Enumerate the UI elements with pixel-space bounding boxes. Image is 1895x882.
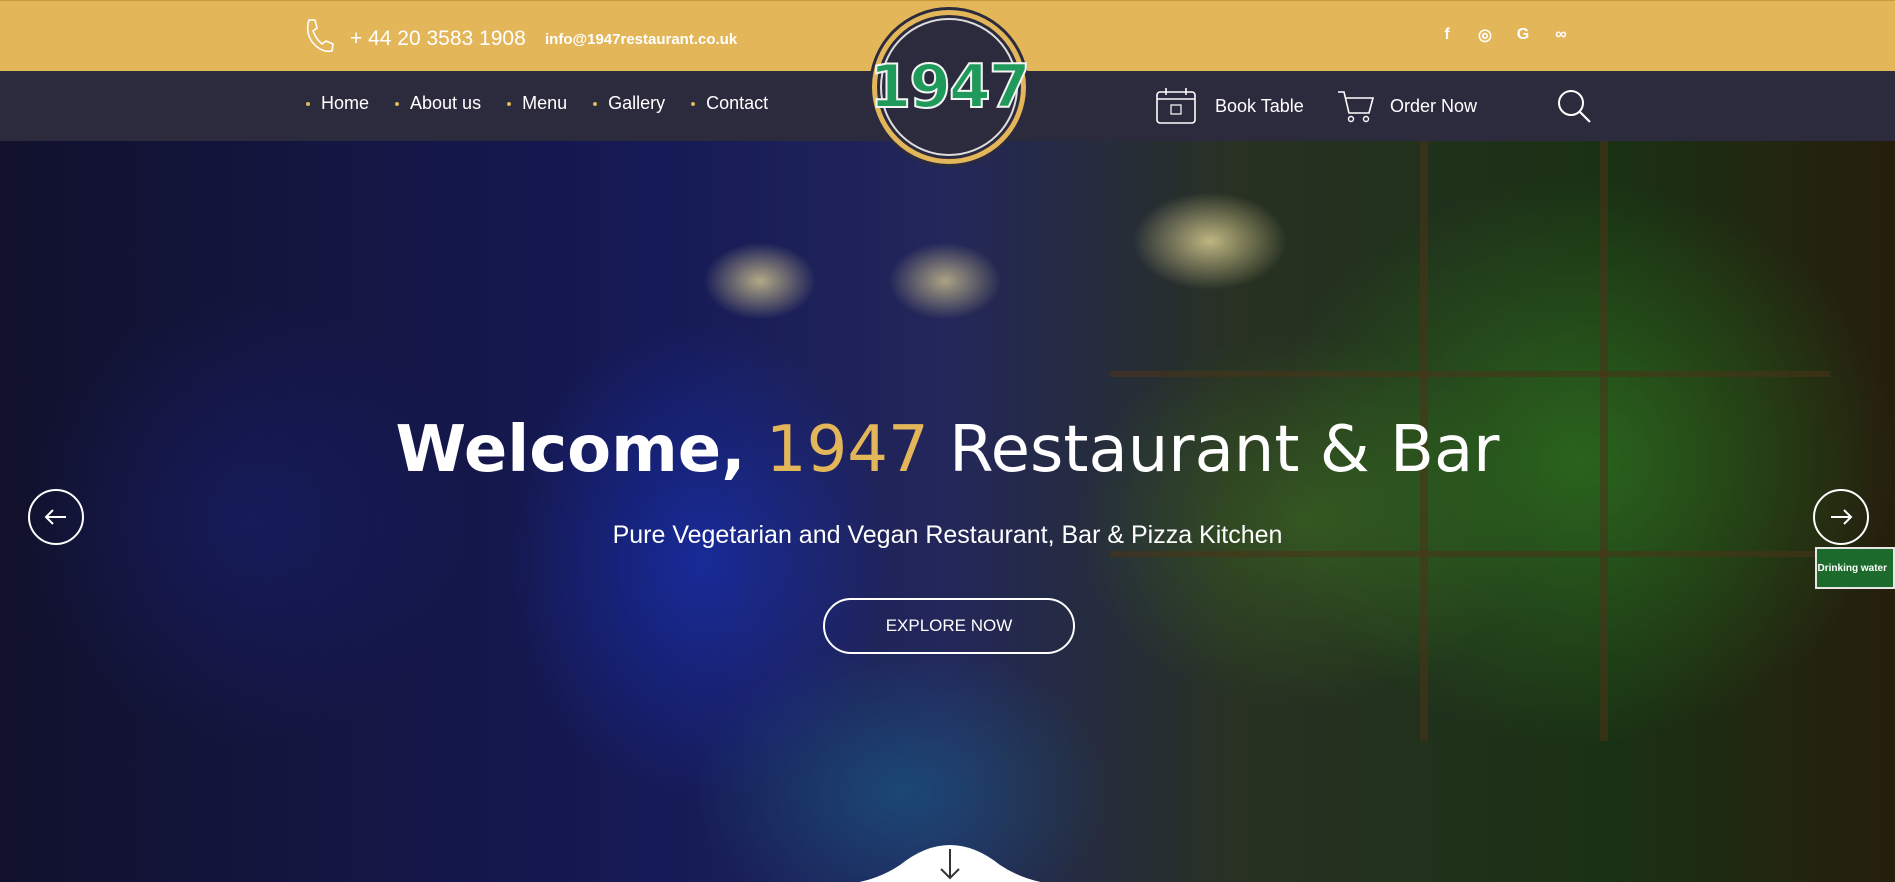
slider-next-button[interactable] <box>1813 489 1869 545</box>
bullet-icon <box>593 101 598 106</box>
hero-subtitle: Pure Vegetarian and Vegan Restaurant, Ba… <box>612 521 1283 549</box>
bullet-icon <box>691 101 696 106</box>
order-now-button[interactable]: Order Now <box>1336 87 1477 125</box>
explore-now-button[interactable]: EXPLORE NOW <box>823 598 1075 654</box>
hero-title-rest: Restaurant & Bar <box>949 413 1500 487</box>
nav-item-label: About us <box>410 93 482 113</box>
phone-number[interactable]: + 44 20 3583 1908 <box>350 27 526 51</box>
scroll-down-icon[interactable] <box>937 847 963 881</box>
email-address[interactable]: info@1947restaurant.co.uk <box>545 31 737 48</box>
phone-icon <box>306 19 334 53</box>
hero-title-year: 1947 <box>765 413 929 487</box>
nav-item-label: Menu <box>522 93 568 113</box>
nav-item-label: Contact <box>706 93 769 113</box>
nav-item-gallery[interactable]: Gallery <box>593 93 665 114</box>
logo-text: 1947 <box>869 51 1032 123</box>
facebook-icon[interactable]: f <box>1435 23 1459 47</box>
google-icon[interactable]: G <box>1511 23 1535 47</box>
order-now-label: Order Now <box>1390 95 1478 116</box>
hero-title-welcome: Welcome, <box>395 413 746 487</box>
slider-prev-button[interactable] <box>28 489 84 545</box>
social-links: f ◎ G ∞ <box>1435 23 1573 47</box>
bar-shelf <box>1110 371 1830 377</box>
tripadvisor-icon[interactable]: ∞ <box>1549 23 1573 47</box>
nav-item-label: Home <box>321 93 370 113</box>
nav-item-menu[interactable]: Menu <box>507 93 567 114</box>
logo-ring: 1947 <box>869 18 1032 156</box>
book-table-button[interactable]: Book Table <box>1155 87 1304 125</box>
instagram-icon[interactable]: ◎ <box>1473 23 1497 47</box>
hero-slider: Welcome, 1947 Restaurant & Bar Pure Vege… <box>0 141 1895 882</box>
arrow-left-icon <box>44 509 66 525</box>
nav-item-about-us[interactable]: About us <box>395 93 481 114</box>
book-table-label: Book Table <box>1215 95 1304 116</box>
calendar-icon <box>1156 88 1196 124</box>
nav-item-contact[interactable]: Contact <box>691 93 768 114</box>
shopping-cart-icon <box>1338 91 1375 123</box>
drinking-water-sign: Drinking water <box>1815 547 1895 589</box>
arrow-right-icon <box>1831 509 1853 525</box>
brand-logo[interactable]: 1947 <box>869 10 1032 164</box>
nav-item-home[interactable]: Home <box>306 93 369 114</box>
bullet-icon <box>306 101 310 106</box>
nav-item-label: Gallery <box>608 93 666 113</box>
hero-title: Welcome, 1947 Restaurant & Bar <box>0 413 1895 487</box>
bar-shelf <box>1110 551 1830 557</box>
nav-menu: Home About us Menu Gallery Contact <box>306 93 768 114</box>
bullet-icon <box>395 101 400 106</box>
search-icon[interactable] <box>1555 87 1593 125</box>
bullet-icon <box>507 101 512 106</box>
